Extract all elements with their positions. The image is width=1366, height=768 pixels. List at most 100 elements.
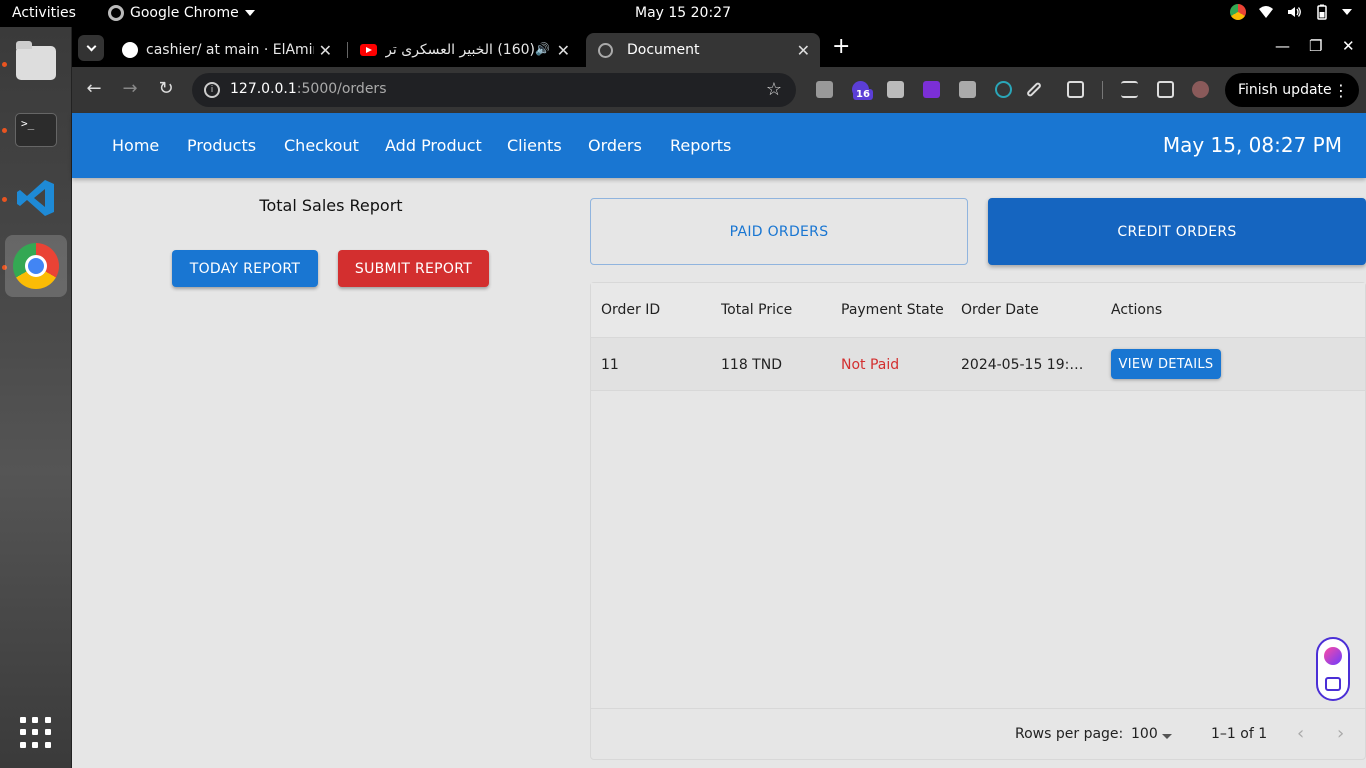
vscode-icon (17, 180, 54, 216)
site-info-icon[interactable]: i (204, 82, 220, 98)
folder-icon (16, 41, 56, 80)
speaker-icon[interactable]: 🔊 (535, 42, 550, 56)
tab-youtube[interactable]: (160) الخبير العسكرى تر 🔊 ✕ (348, 33, 580, 67)
assistant-orb-icon[interactable] (1324, 647, 1342, 665)
table-header: Order ID Total Price Payment State Order… (591, 283, 1365, 338)
payment-state-cell: Not Paid (841, 357, 900, 373)
extension-icon[interactable] (887, 81, 904, 98)
nav-reports[interactable]: Reports (670, 136, 731, 155)
maximize-icon[interactable]: ❐ (1309, 37, 1322, 55)
close-icon[interactable]: ✕ (557, 41, 570, 60)
paid-orders-tab[interactable]: PAID ORDERS (590, 198, 968, 265)
floating-assistant-widget[interactable] (1316, 637, 1350, 701)
wifi-icon (1259, 6, 1273, 18)
extension-translate-icon[interactable] (959, 81, 976, 98)
reload-icon[interactable]: ↻ (154, 77, 178, 101)
nav-clients[interactable]: Clients (507, 136, 562, 155)
table-row[interactable]: 11 118 TND Not Paid 2024-05-15 19:26... … (591, 338, 1365, 391)
nav-orders[interactable]: Orders (588, 136, 642, 155)
new-tab-button[interactable]: + (832, 36, 850, 58)
nav-home[interactable]: Home (112, 136, 159, 155)
activities-button[interactable]: Activities (12, 5, 76, 21)
minimize-icon[interactable]: — (1275, 37, 1290, 55)
order-date-cell: 2024-05-15 19:26... (961, 357, 1091, 373)
globe-icon (598, 42, 613, 58)
forward-arrow-icon[interactable]: → (118, 77, 142, 101)
report-title: Total Sales Report (259, 196, 403, 215)
current-datetime: May 15, 08:27 PM (1162, 133, 1342, 157)
rows-per-page-label: Rows per page: (1015, 726, 1124, 742)
chrome-tray-icon (1230, 4, 1246, 20)
finish-update-label: Finish update (1238, 82, 1332, 98)
column-header[interactable]: Payment State (841, 302, 944, 318)
url-host: 127.0.0.1 (230, 81, 297, 97)
files-launcher[interactable] (5, 32, 67, 94)
column-header[interactable]: Order Date (961, 302, 1039, 318)
tab-title: Document (627, 42, 700, 58)
tab-document[interactable]: Document ✕ (586, 33, 820, 67)
credit-orders-tab[interactable]: CREDIT ORDERS (988, 198, 1366, 265)
submit-report-button[interactable]: SUBMIT REPORT (338, 250, 489, 287)
chevron-down-icon (86, 41, 96, 52)
puzzle-icon[interactable] (1067, 81, 1084, 98)
view-details-button[interactable]: VIEW DETAILS (1111, 349, 1221, 379)
pagination-range: 1–1 of 1 (1211, 726, 1268, 742)
prev-page-icon[interactable]: ‹ (1297, 723, 1304, 744)
url-text: 127.0.0.1:5000/orders (230, 81, 386, 97)
table-pagination: Rows per page: 100 1–1 of 1 ‹ › (591, 708, 1365, 760)
toolbar-divider (1102, 81, 1103, 99)
column-header[interactable]: Order ID (601, 302, 660, 318)
close-icon[interactable]: ✕ (319, 41, 332, 60)
browser-toolbar: ← → ↻ i 127.0.0.1:5000/orders ☆ 16 Finis… (72, 67, 1366, 113)
vscode-launcher[interactable] (5, 167, 67, 229)
address-bar[interactable]: i 127.0.0.1:5000/orders ☆ (192, 73, 796, 107)
extension-react-icon[interactable] (995, 81, 1012, 98)
tab-github[interactable]: cashier/ at main · ElAmir ✕ (110, 33, 342, 67)
app-menu[interactable]: Google Chrome (108, 5, 255, 21)
url-path: :5000/orders (296, 81, 387, 97)
dock: >_ (0, 27, 72, 768)
extension-badge: 16 (853, 89, 873, 100)
battery-icon (1317, 4, 1327, 20)
today-report-button[interactable]: TODAY REPORT (172, 250, 318, 287)
extension-icon[interactable] (816, 81, 833, 98)
nav-products[interactable]: Products (187, 136, 256, 155)
orders-table: Order ID Total Price Payment State Order… (590, 282, 1366, 760)
tab-search-button[interactable] (78, 35, 104, 61)
close-icon[interactable]: ✕ (797, 41, 810, 60)
more-vert-icon: ⋮ (1333, 80, 1349, 100)
youtube-icon (360, 44, 377, 56)
terminal-icon: >_ (15, 113, 57, 147)
bookmark-star-icon[interactable]: ☆ (766, 79, 782, 100)
extension-v-icon[interactable] (923, 81, 940, 98)
app-nav-bar: Home Products Checkout Add Product Clien… (72, 113, 1366, 178)
rows-per-page-select[interactable]: 100 (1131, 726, 1158, 742)
order-id-cell: 11 (601, 357, 619, 373)
tab-title: cashier/ at main · ElAmir (146, 42, 314, 58)
chrome-launcher[interactable] (5, 235, 67, 297)
show-apps-icon[interactable] (20, 717, 52, 749)
sparkle-chart-icon[interactable] (1325, 677, 1341, 691)
terminal-launcher[interactable]: >_ (5, 99, 67, 161)
close-window-icon[interactable]: ✕ (1342, 37, 1355, 55)
next-page-icon[interactable]: › (1337, 723, 1344, 744)
tab-title: (160) الخبير العسكرى تر (385, 42, 535, 58)
profile-avatar[interactable] (1192, 81, 1209, 98)
media-controls-icon[interactable] (1121, 81, 1138, 98)
nav-add-product[interactable]: Add Product (385, 136, 482, 155)
column-header[interactable]: Total Price (721, 302, 792, 318)
chevron-down-icon (244, 10, 255, 16)
chevron-down-icon (1342, 9, 1352, 15)
volume-icon (1288, 7, 1301, 17)
finish-update-button[interactable]: Finish update ⋮ (1225, 73, 1359, 107)
column-header[interactable]: Actions (1111, 302, 1162, 318)
system-tray[interactable] (1230, 4, 1352, 20)
side-panel-icon[interactable] (1157, 81, 1174, 98)
eyedropper-icon[interactable] (1025, 81, 1043, 98)
system-top-bar: Activities Google Chrome May 15 20:27 (0, 0, 1366, 27)
back-arrow-icon[interactable]: ← (82, 77, 106, 101)
chevron-down-icon[interactable] (1162, 734, 1172, 739)
app-menu-label: Google Chrome (130, 5, 239, 21)
github-icon (122, 42, 138, 58)
nav-checkout[interactable]: Checkout (284, 136, 359, 155)
